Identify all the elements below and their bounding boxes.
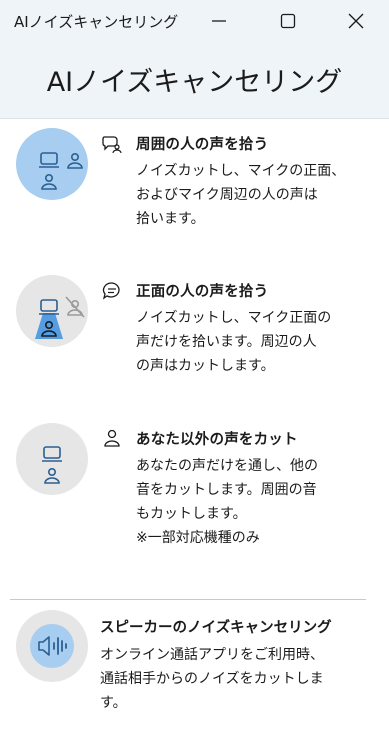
speaker-title: スピーカーのノイズキャンセリング <box>100 620 332 636</box>
minimize-icon <box>212 20 226 22</box>
close-button[interactable] <box>333 0 379 42</box>
maximize-button[interactable] <box>265 0 311 42</box>
maximize-icon <box>280 13 296 29</box>
section-divider <box>10 599 366 600</box>
room-mode-illustration[interactable] <box>16 128 88 200</box>
close-icon <box>348 13 364 29</box>
app-header: AIノイズキャンセリング <box>0 42 389 119</box>
option-title: 周囲の人の声を拾う <box>136 137 269 153</box>
option-title: 正面の人の声を拾う <box>136 284 269 300</box>
person-icon <box>104 429 120 447</box>
page-title: AIノイズキャンセリング <box>46 67 343 98</box>
speaker-description: オンライン通話アプリをご利用時、 通話相手からのノイズをカットしま す。 <box>100 647 324 711</box>
group-chat-icon <box>102 136 122 154</box>
window-title: AIノイズキャンセリング <box>14 13 179 31</box>
front-mode-illustration[interactable] <box>16 275 88 347</box>
option-description: ノイズカットし、マイク正面の 声だけを拾います。周辺の人 の声はカットします。 <box>136 310 332 374</box>
title-bar: AIノイズキャンセリング <box>0 0 389 42</box>
chat-bubble-icon <box>102 282 120 300</box>
voice-only-illustration[interactable] <box>16 423 88 495</box>
speaker-illustration[interactable] <box>16 610 88 682</box>
option-title: あなた以外の声をカット <box>136 432 298 448</box>
option-description: ノイズカットし、マイクの正面、 およびマイク周辺の人の声は 拾います。 <box>136 163 346 227</box>
minimize-button[interactable] <box>196 0 242 42</box>
option-description: あなたの声だけを通し、他の 音をカットします。周囲の音 もカットします。 ※一部… <box>136 458 318 546</box>
